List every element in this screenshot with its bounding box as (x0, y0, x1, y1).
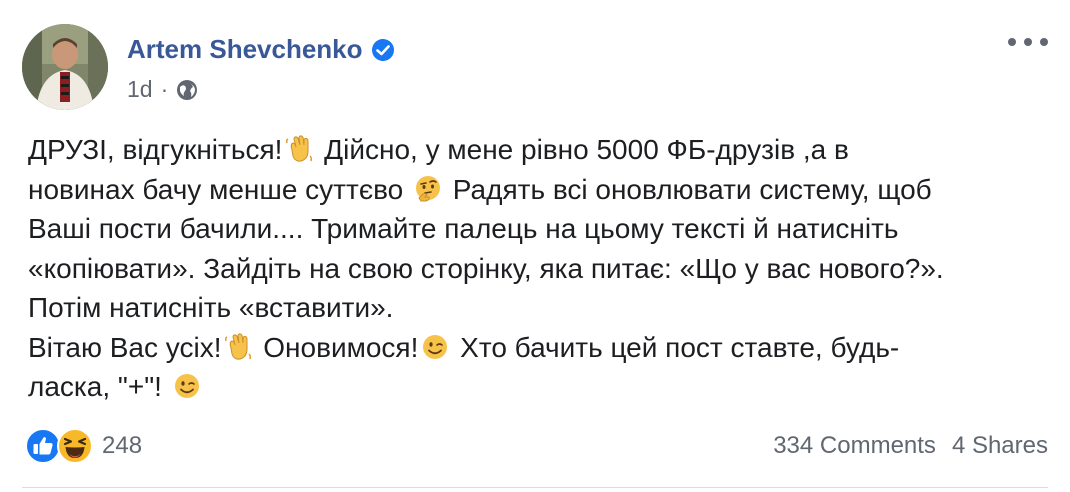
post-text-line: новинах бачу менше суттєво Радять всі он… (28, 170, 1048, 210)
more-dot (1024, 38, 1032, 46)
author-name-link[interactable]: Artem Shevchenko (127, 34, 395, 65)
haha-icon (57, 428, 93, 464)
post-footer: 248 334 Comments 4 Shares (24, 424, 1048, 468)
winking-face-icon (172, 371, 202, 401)
shares-count-link[interactable]: 4 Shares (952, 432, 1048, 460)
facebook-post: Artem Shevchenko 1d · ДРУЗІ, відгукнітьс… (0, 0, 1070, 492)
reactions-summary[interactable]: 248 (24, 427, 142, 465)
post-text-segment: «копіювати». Зайдіть на свою сторінку, я… (28, 252, 944, 284)
post-text-segment: ласка, "+"! (28, 371, 170, 402)
waving-hand-icon (284, 134, 314, 164)
verified-badge-icon (371, 38, 394, 61)
post-meta: 1d · (127, 76, 198, 103)
thinking-face-icon (413, 174, 443, 204)
post-text-line: ДРУЗІ, відгукніться! Дійсно, у мене рівн… (28, 130, 1048, 170)
comments-count-link[interactable]: 334 Comments (773, 432, 936, 460)
post-text-segment: Потім натисніть «вставити». (28, 292, 394, 323)
post-text-segment: Радять всі оновлювати систему, щоб (445, 173, 932, 205)
globe-icon[interactable] (176, 79, 198, 101)
author-avatar[interactable] (22, 24, 108, 110)
divider (22, 487, 1048, 488)
avatar-photo (22, 24, 108, 110)
meta-separator: · (160, 76, 169, 102)
more-dot (1040, 38, 1048, 46)
post-text-segment: Дійсно, у мене рівно 5000 ФБ-друзів ,а в (316, 134, 849, 165)
post-timestamp[interactable]: 1d (127, 76, 153, 103)
more-options-icon[interactable] (1008, 34, 1048, 50)
post-text-line: «копіювати». Зайдіть на свою сторінку, я… (28, 249, 1048, 289)
post-body: ДРУЗІ, відгукніться! Дійсно, у мене рівн… (28, 130, 1048, 407)
engagement-stats: 334 Comments 4 Shares (773, 432, 1048, 460)
post-text-segment: Ваші пости бачили.... Тримайте палець на… (28, 213, 899, 244)
post-text-line: Вітаю Вас усіх! Оновимося! Хто бачить це… (28, 328, 1048, 368)
post-text-line: ласка, "+"! (28, 367, 1048, 407)
post-text-segment: новинах бачу менше суттєво (28, 173, 412, 205)
reaction-count[interactable]: 248 (102, 432, 142, 460)
post-text-segment: ДРУЗІ, відгукніться! (28, 134, 283, 165)
author-name[interactable]: Artem Shevchenko (127, 34, 363, 65)
post-text-segment: Оновимося! (255, 331, 419, 363)
post-text-line: Ваші пости бачили.... Тримайте палець на… (28, 209, 1048, 249)
post-text-segment: Хто бачить цей пост ставте, будь- (452, 331, 900, 363)
waving-hand-icon (223, 332, 253, 362)
post-text-line: Потім натисніть «вставити». (28, 288, 1048, 328)
more-dot (1008, 38, 1016, 46)
post-text-segment: Вітаю Вас усіх! (28, 331, 222, 363)
winking-face-icon (420, 332, 450, 362)
